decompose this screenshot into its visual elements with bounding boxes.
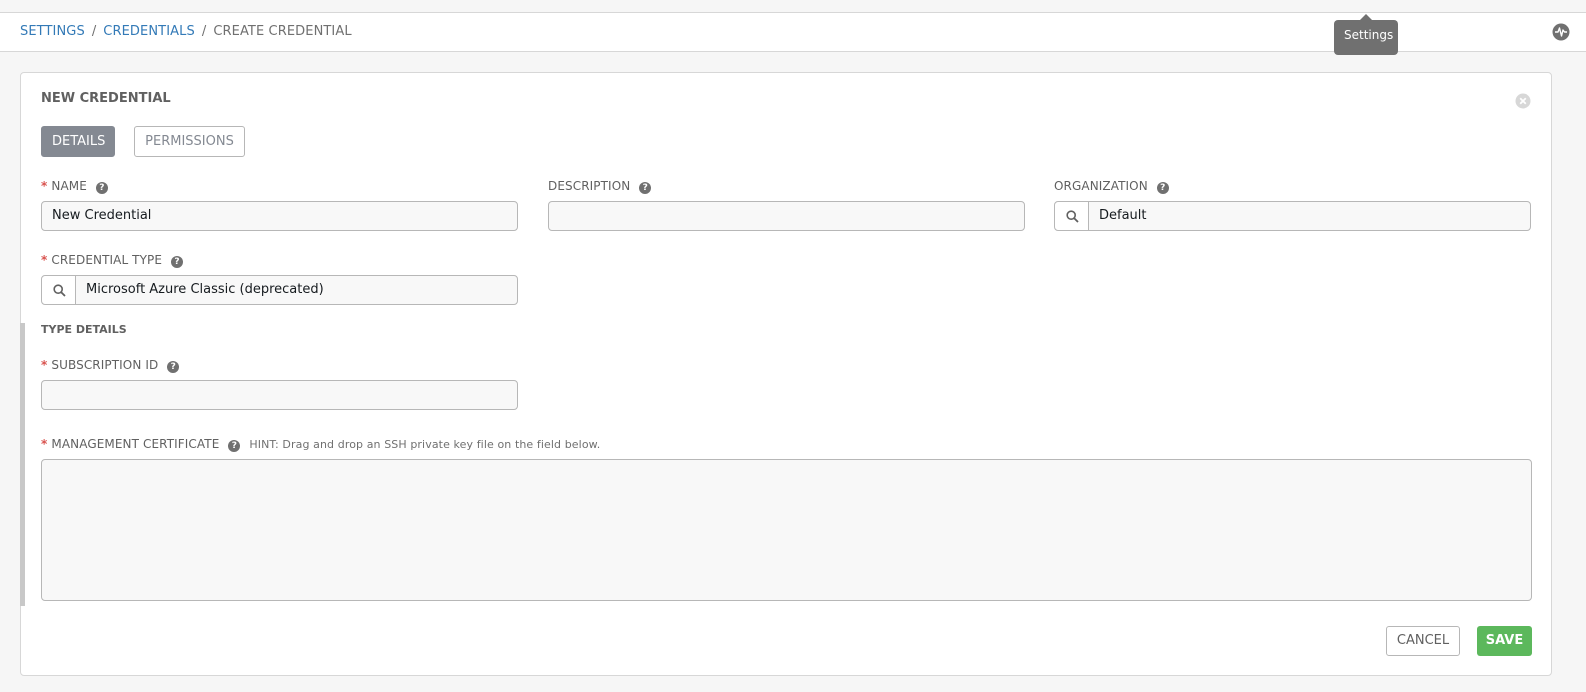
organization-label-text: ORGANIZATION (1054, 179, 1148, 193)
name-label: * NAME? (41, 179, 108, 194)
organization-value: Default (1099, 208, 1147, 223)
settings-tooltip: Settings (1334, 14, 1398, 55)
tab-details[interactable]: DETAILS (41, 126, 115, 157)
required-marker: * (41, 253, 48, 267)
required-marker: * (41, 358, 48, 372)
management-certificate-label-text: MANAGEMENT CERTIFICATE (51, 437, 220, 451)
description-input[interactable] (548, 201, 1025, 231)
help-icon[interactable]: ? (167, 361, 180, 373)
management-certificate-textarea[interactable] (41, 459, 1532, 601)
organization-lookup[interactable]: Default (1054, 201, 1531, 231)
required-marker: * (41, 437, 48, 451)
name-input[interactable]: New Credential (41, 201, 518, 231)
credential-type-lookup[interactable]: Microsoft Azure Classic (deprecated) (41, 275, 518, 305)
search-icon (53, 284, 66, 297)
help-icon[interactable]: ? (639, 182, 652, 194)
credential-type-search-button[interactable] (42, 276, 76, 304)
help-icon[interactable]: ? (228, 440, 241, 452)
breadcrumb-separator: / (91, 24, 97, 39)
tab-permissions[interactable]: PERMISSIONS (134, 126, 245, 157)
credential-form-panel: NEW CREDENTIAL DETAILS PERMISSIONS * NAME… (20, 72, 1552, 676)
help-icon[interactable]: ? (1156, 182, 1169, 194)
help-icon[interactable]: ? (95, 182, 108, 194)
description-label: DESCRIPTION? (548, 179, 652, 194)
name-label-text: NAME (51, 179, 87, 193)
subscription-id-label: * SUBSCRIPTION ID? (41, 358, 180, 373)
organization-search-button[interactable] (1055, 202, 1089, 230)
subscription-id-label-text: SUBSCRIPTION ID (51, 358, 159, 372)
breadcrumb-settings[interactable]: SETTINGS (20, 24, 85, 39)
breadcrumb-current: CREATE CREDENTIAL (213, 24, 352, 39)
cancel-button[interactable]: CANCEL (1386, 626, 1460, 656)
required-marker: * (41, 179, 48, 193)
organization-label: ORGANIZATION? (1054, 179, 1169, 194)
credential-type-label-text: CREDENTIAL TYPE (51, 253, 163, 267)
credential-type-value: Microsoft Azure Classic (deprecated) (86, 282, 324, 297)
subscription-id-input[interactable] (41, 380, 518, 410)
credential-type-label: * CREDENTIAL TYPE? (41, 253, 184, 268)
breadcrumb: SETTINGS / CREDENTIALS / CREATE CREDENTIAL (20, 24, 352, 39)
help-icon[interactable]: ? (171, 256, 184, 268)
breadcrumb-separator: / (201, 24, 207, 39)
save-button[interactable]: SAVE (1477, 626, 1532, 656)
close-circle-icon[interactable] (1515, 93, 1531, 109)
panel-title: NEW CREDENTIAL (41, 91, 171, 106)
breadcrumb-credentials[interactable]: CREDENTIALS (103, 24, 195, 39)
type-details-indicator (20, 323, 25, 606)
description-label-text: DESCRIPTION (548, 179, 631, 193)
management-certificate-label: * MANAGEMENT CERTIFICATE? HINT: Drag and d… (41, 437, 600, 452)
activity-icon[interactable] (1552, 23, 1570, 41)
search-icon (1066, 210, 1079, 223)
type-details-title: TYPE DETAILS (41, 323, 127, 336)
management-certificate-hint: HINT: Drag and drop an SSH private key f… (249, 438, 601, 451)
